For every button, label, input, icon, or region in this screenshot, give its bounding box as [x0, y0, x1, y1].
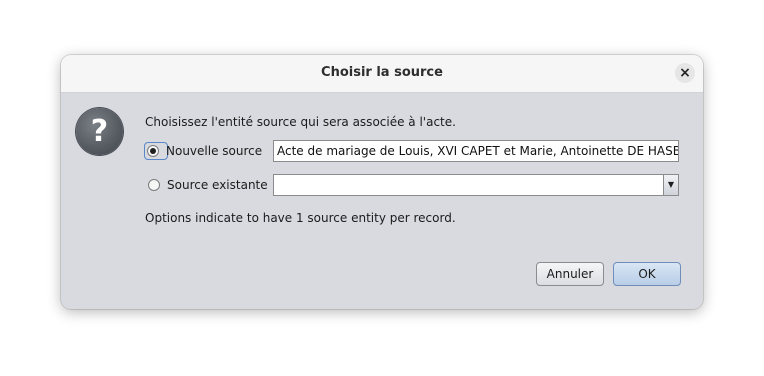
new-source-label: Nouvelle source: [166, 144, 263, 158]
new-source-option[interactable]: Nouvelle source: [144, 141, 263, 161]
ok-button[interactable]: OK: [613, 262, 681, 286]
dropdown-arrow-icon[interactable]: ▼: [663, 175, 678, 195]
new-source-radio-focus: [144, 142, 168, 160]
choose-source-dialog: Choisir la source × ? Choisissez l'entit…: [61, 55, 703, 309]
new-source-title-input[interactable]: Acte de mariage de Louis, XVI CAPET et M…: [273, 140, 679, 162]
dialog-prompt: Choisissez l'entité source qui sera asso…: [145, 115, 456, 129]
question-icon: ?: [76, 108, 123, 155]
info-text: Options indicate to have 1 source entity…: [145, 211, 456, 225]
dialog-titlebar: Choisir la source ×: [61, 55, 703, 93]
close-icon: ×: [679, 65, 691, 81]
dialog-title: Choisir la source: [321, 65, 443, 80]
new-source-radio[interactable]: [147, 145, 159, 157]
cancel-button[interactable]: Annuler: [536, 262, 604, 286]
existing-source-radio[interactable]: [148, 179, 160, 191]
close-button[interactable]: ×: [675, 63, 695, 83]
existing-source-label: Source existante: [167, 178, 268, 192]
existing-source-option[interactable]: Source existante: [146, 175, 268, 195]
existing-source-dropdown[interactable]: ▼: [273, 174, 679, 196]
